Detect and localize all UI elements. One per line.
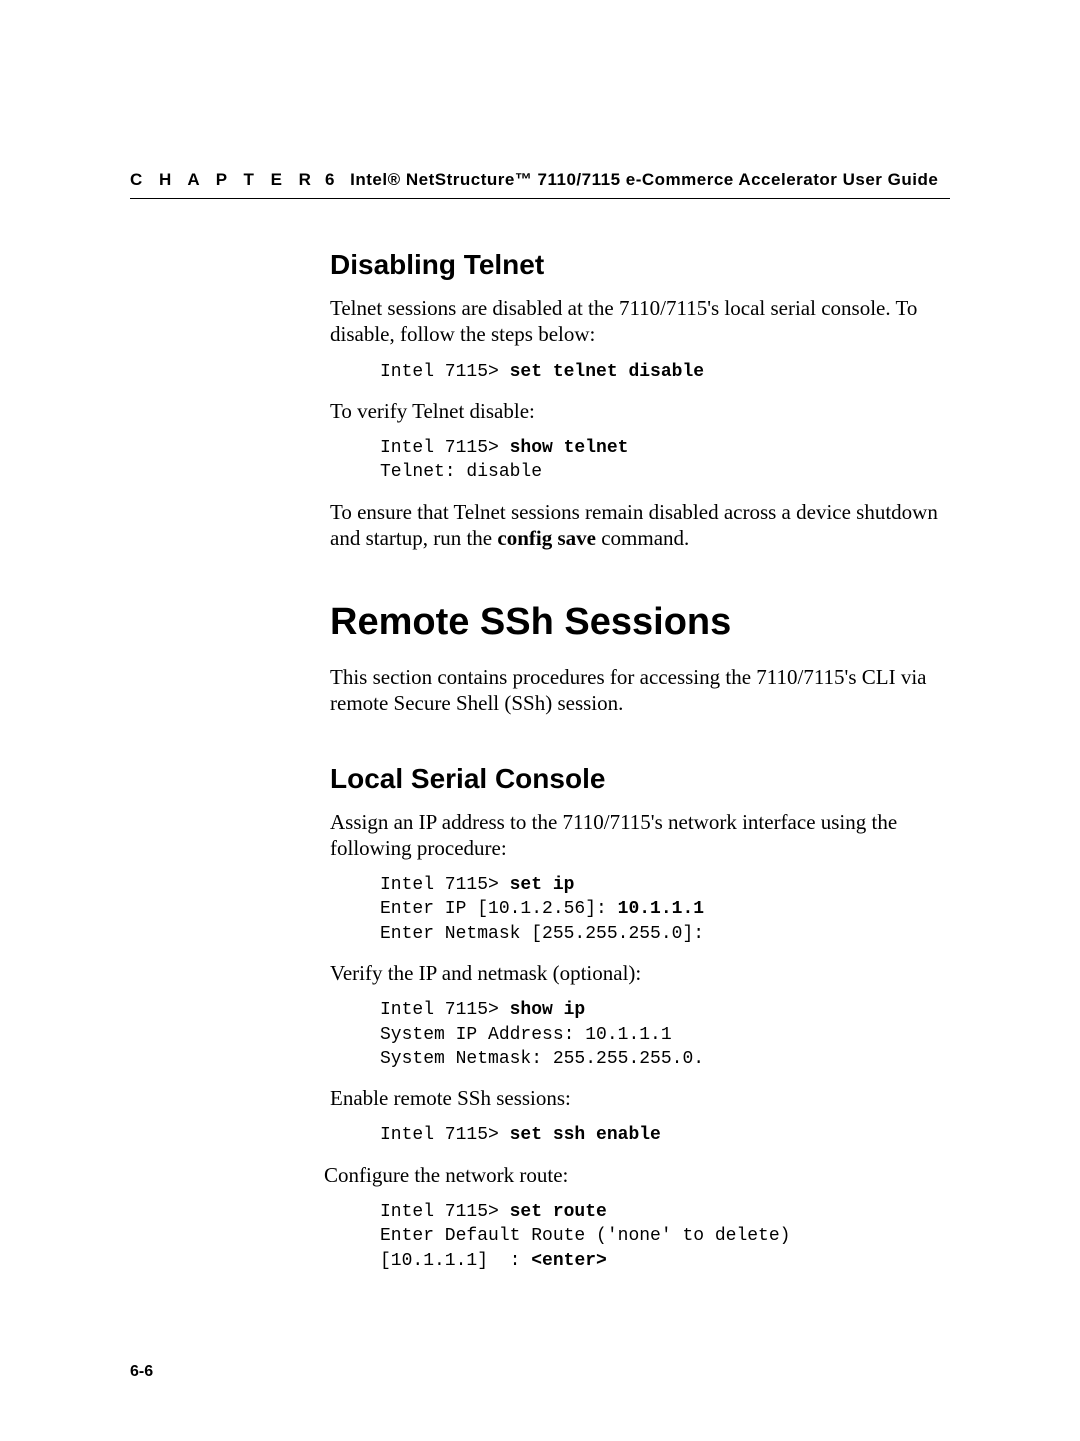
body-text: To ensure that Telnet sessions remain di…	[330, 499, 950, 552]
cli-input: <enter>	[531, 1251, 607, 1271]
cli-command: set telnet disable	[510, 362, 704, 382]
cli-output: Telnet: disable	[380, 462, 542, 482]
cli-command: set ssh enable	[510, 1125, 661, 1145]
body-text: Verify the IP and netmask (optional):	[330, 960, 950, 986]
cli-prompt: Intel 7115>	[380, 1000, 510, 1020]
heading-local-serial-console: Local Serial Console	[330, 763, 950, 795]
body-text: Configure the network route:	[324, 1162, 950, 1188]
header-title: Intel® NetStructure™ 7110/7115 e-Commerc…	[350, 170, 938, 189]
cli-prompt: Intel 7115>	[380, 362, 510, 382]
cli-prompt: Intel 7115>	[380, 1202, 510, 1222]
code-block: Intel 7115> show telnet Telnet: disable	[380, 436, 950, 485]
heading-disabling-telnet: Disabling Telnet	[330, 249, 950, 281]
body-text: Assign an IP address to the 7110/7115's …	[330, 809, 950, 862]
code-block: Intel 7115> set ip Enter IP [10.1.2.56]:…	[380, 873, 950, 946]
cli-output: System IP Address: 10.1.1.1	[380, 1025, 672, 1045]
code-block: Intel 7115> set telnet disable	[380, 360, 950, 384]
code-block: Intel 7115> show ip System IP Address: 1…	[380, 998, 950, 1071]
chapter-label: C H A P T E R	[130, 170, 317, 189]
inline-command: config save	[497, 526, 596, 550]
cli-command: set ip	[510, 875, 575, 895]
code-block: Intel 7115> set route Enter Default Rout…	[380, 1200, 950, 1273]
body-text: Enable remote SSh sessions:	[330, 1085, 950, 1111]
cli-output: Enter Default Route ('none' to delete)	[380, 1226, 790, 1246]
body-text: To verify Telnet disable:	[330, 398, 950, 424]
cli-command: show ip	[510, 1000, 586, 1020]
page: C H A P T E R 6 Intel® NetStructure™ 7110…	[0, 0, 1080, 1441]
page-number: 6-6	[130, 1363, 950, 1381]
heading-remote-ssh: Remote SSh Sessions	[330, 601, 950, 644]
cli-command: show telnet	[510, 438, 629, 458]
cli-prompt: Intel 7115>	[380, 438, 510, 458]
cli-command: set route	[510, 1202, 607, 1222]
body-text: This section contains procedures for acc…	[330, 664, 950, 717]
running-header: C H A P T E R 6 Intel® NetStructure™ 7110…	[130, 170, 950, 190]
code-block: Intel 7115> set ssh enable	[380, 1123, 950, 1147]
cli-prompt: Intel 7115>	[380, 1125, 510, 1145]
cli-output: [10.1.1.1] :	[380, 1251, 531, 1271]
cli-input: 10.1.1.1	[618, 899, 704, 919]
chapter-number: 6	[325, 170, 335, 189]
header-rule	[130, 198, 950, 199]
cli-output: Enter IP [10.1.2.56]:	[380, 899, 618, 919]
cli-prompt: Intel 7115>	[380, 875, 510, 895]
cli-output: System Netmask: 255.255.255.0.	[380, 1049, 704, 1069]
cli-output: Enter Netmask [255.255.255.0]:	[380, 924, 704, 944]
content-area: Disabling Telnet Telnet sessions are dis…	[330, 249, 950, 1273]
body-text: Telnet sessions are disabled at the 7110…	[330, 295, 950, 348]
